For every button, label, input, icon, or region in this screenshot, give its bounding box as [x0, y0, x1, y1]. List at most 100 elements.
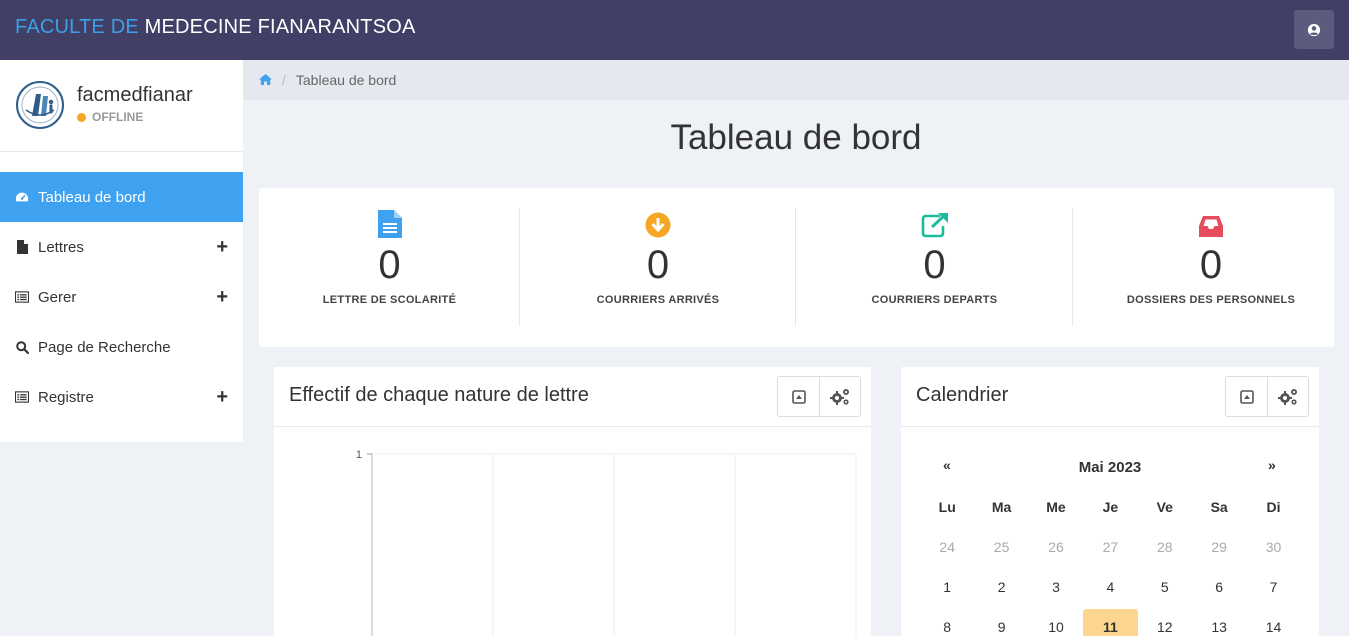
sidebar-item-gerer[interactable]: Gerer + [0, 272, 243, 322]
status-dot-icon [77, 112, 86, 122]
sidebar-menu: Tableau de bord Lettres + Gerer + Page d… [0, 172, 243, 422]
collapse-icon [1239, 389, 1254, 404]
sidebar-item-page-de-recherche[interactable]: Page de Recherche [0, 322, 243, 372]
expand-plus-icon[interactable]: + [216, 387, 228, 407]
stat-label: COURRIERS ARRIVÉS [596, 294, 720, 306]
list-icon [15, 390, 29, 404]
calendar-day[interactable]: 4 [1083, 569, 1137, 604]
calendar-day[interactable]: 25 [974, 529, 1028, 564]
calendar-weekday: Di [1266, 498, 1281, 515]
sidebar-item-lettres[interactable]: Lettres + [0, 222, 243, 272]
settings-icon [1278, 388, 1297, 405]
calendar-week-row: 24 25 26 27 28 29 30 [920, 529, 1301, 569]
calendar-day[interactable]: 5 [1138, 569, 1192, 604]
chart-panel: Effectif de chaque nature de lettre 1 [274, 367, 871, 636]
calendar-weekday: Je [1102, 498, 1119, 515]
calendar-day-today[interactable]: 11 [1083, 609, 1138, 636]
calendar-day[interactable]: 2 [974, 569, 1028, 604]
breadcrumb-current: Tableau de bord [295, 72, 397, 88]
calendar-grid: Lu Ma Me Je Ve Sa Di 24 25 26 27 28 29 30 1 2 3 4 5 6 7 8 9 10 1… [920, 489, 1301, 636]
calendar-week-row: 8 9 10 11 12 13 14 [920, 609, 1301, 636]
calendar-day[interactable]: 28 [1138, 529, 1192, 564]
sidebar-item-tableau-de-bord[interactable]: Tableau de bord [0, 172, 243, 222]
stat-courriers-departs[interactable]: 0 COURRIERS DEPARTS [796, 208, 1073, 326]
calendar-day[interactable]: 10 [1029, 609, 1083, 636]
brand-part1: FACULTE DE [15, 16, 139, 38]
sidebar-item-label: Gerer [38, 288, 77, 306]
brand-part2: MEDECINE FIANARANTSOA [144, 16, 416, 38]
file-text-icon [259, 208, 520, 238]
username: facmedfianar [77, 84, 193, 106]
home-icon[interactable] [259, 72, 272, 88]
status-text: OFFLINE [92, 110, 144, 124]
expand-plus-icon[interactable]: + [216, 287, 228, 307]
calendar-day[interactable]: 29 [1192, 529, 1246, 564]
calendar-month-title[interactable]: Mai 2023 [901, 459, 1319, 476]
sidebar-item-label: Lettres [38, 238, 84, 256]
calendar-next-button[interactable]: » [1268, 457, 1276, 473]
user-menu-button[interactable] [1294, 10, 1334, 49]
calendar-weekday: Sa [1210, 498, 1228, 515]
sidebar-item-label: Page de Recherche [38, 338, 171, 356]
collapse-icon [791, 389, 806, 404]
sidebar-item-label: Tableau de bord [38, 188, 146, 206]
calendar-day[interactable]: 12 [1138, 609, 1192, 636]
calendar-week-row: 1234567 [920, 569, 1301, 609]
calendar-day[interactable]: 24 [920, 529, 974, 564]
calendar-day[interactable]: 6 [1192, 569, 1246, 604]
collapse-button[interactable] [778, 377, 819, 416]
stat-label: LETTRE DE SCOLARITÉ [322, 294, 457, 306]
faculty-logo [16, 81, 64, 129]
inbox-icon [1073, 208, 1349, 238]
calendar-day[interactable]: 9 [974, 609, 1028, 636]
sidebar-item-registre[interactable]: Registre + [0, 372, 243, 422]
sidebar: facmedfianar OFFLINE Tableau de bord Let… [0, 60, 243, 442]
stat-courriers-arrives[interactable]: 0 COURRIERS ARRIVÉS [520, 208, 796, 326]
list-icon [15, 290, 29, 304]
status-badge: OFFLINE [77, 110, 143, 124]
panel-tools [777, 376, 861, 417]
calendar-day[interactable]: 3 [1029, 569, 1083, 604]
calendar-day[interactable]: 1 [920, 569, 974, 604]
panel-title: Calendrier [916, 384, 1009, 406]
stat-value: 0 [378, 243, 401, 287]
settings-icon [830, 388, 849, 405]
stat-value: 0 [1199, 243, 1223, 287]
expand-plus-icon[interactable]: + [216, 237, 228, 257]
collapse-button[interactable] [1226, 377, 1267, 416]
user-profile: facmedfianar OFFLINE [0, 60, 243, 152]
search-icon [15, 340, 29, 354]
settings-button[interactable] [1267, 377, 1308, 416]
calendar-day[interactable]: 14 [1246, 609, 1300, 636]
calendar-day[interactable]: 7 [1246, 569, 1300, 604]
calendar-weekday: Lu [938, 498, 956, 515]
chart-plot-area: 1 [356, 449, 857, 636]
calendar-day[interactable]: 13 [1192, 609, 1246, 636]
dashboard-icon [15, 190, 29, 204]
arrow-down-circle-icon [520, 208, 796, 238]
calendar-day[interactable]: 27 [1083, 529, 1137, 564]
calendar-day[interactable]: 8 [920, 609, 974, 636]
stat-value: 0 [923, 243, 946, 287]
stat-value: 0 [646, 243, 670, 287]
external-link-icon [796, 208, 1073, 238]
stat-dossiers-des-personnels[interactable]: 0 DOSSIERS DES PERSONNELS [1073, 208, 1349, 326]
user-circle-icon [1307, 23, 1321, 36]
calendar-weekday: Me [1046, 498, 1066, 515]
calendar-day[interactable]: 30 [1246, 529, 1300, 564]
app-brand[interactable]: FACULTE DE MEDECINE FIANARANTSOA [15, 16, 416, 39]
settings-button[interactable] [819, 377, 860, 416]
stats-panel: 0 LETTRE DE SCOLARITÉ 0 COURRIERS ARRIVÉ… [259, 188, 1334, 347]
calendar-weekday: Ve [1156, 498, 1173, 515]
file-icon [15, 240, 29, 254]
panel-title: Effectif de chaque nature de lettre [289, 384, 589, 406]
sidebar-item-label: Registre [38, 388, 94, 406]
stat-label: DOSSIERS DES PERSONNELS [1126, 294, 1296, 306]
top-navbar: FACULTE DE MEDECINE FIANARANTSOA [0, 0, 1349, 60]
breadcrumb: / Tableau de bord [243, 60, 1349, 100]
stat-lettre-de-scolarite[interactable]: 0 LETTRE DE SCOLARITÉ [259, 208, 520, 326]
chart-y-tick-label: 1 [356, 449, 362, 461]
panel-tools [1225, 376, 1309, 417]
calendar-day[interactable]: 26 [1029, 529, 1083, 564]
calendar-weekday: Ma [991, 498, 1012, 515]
